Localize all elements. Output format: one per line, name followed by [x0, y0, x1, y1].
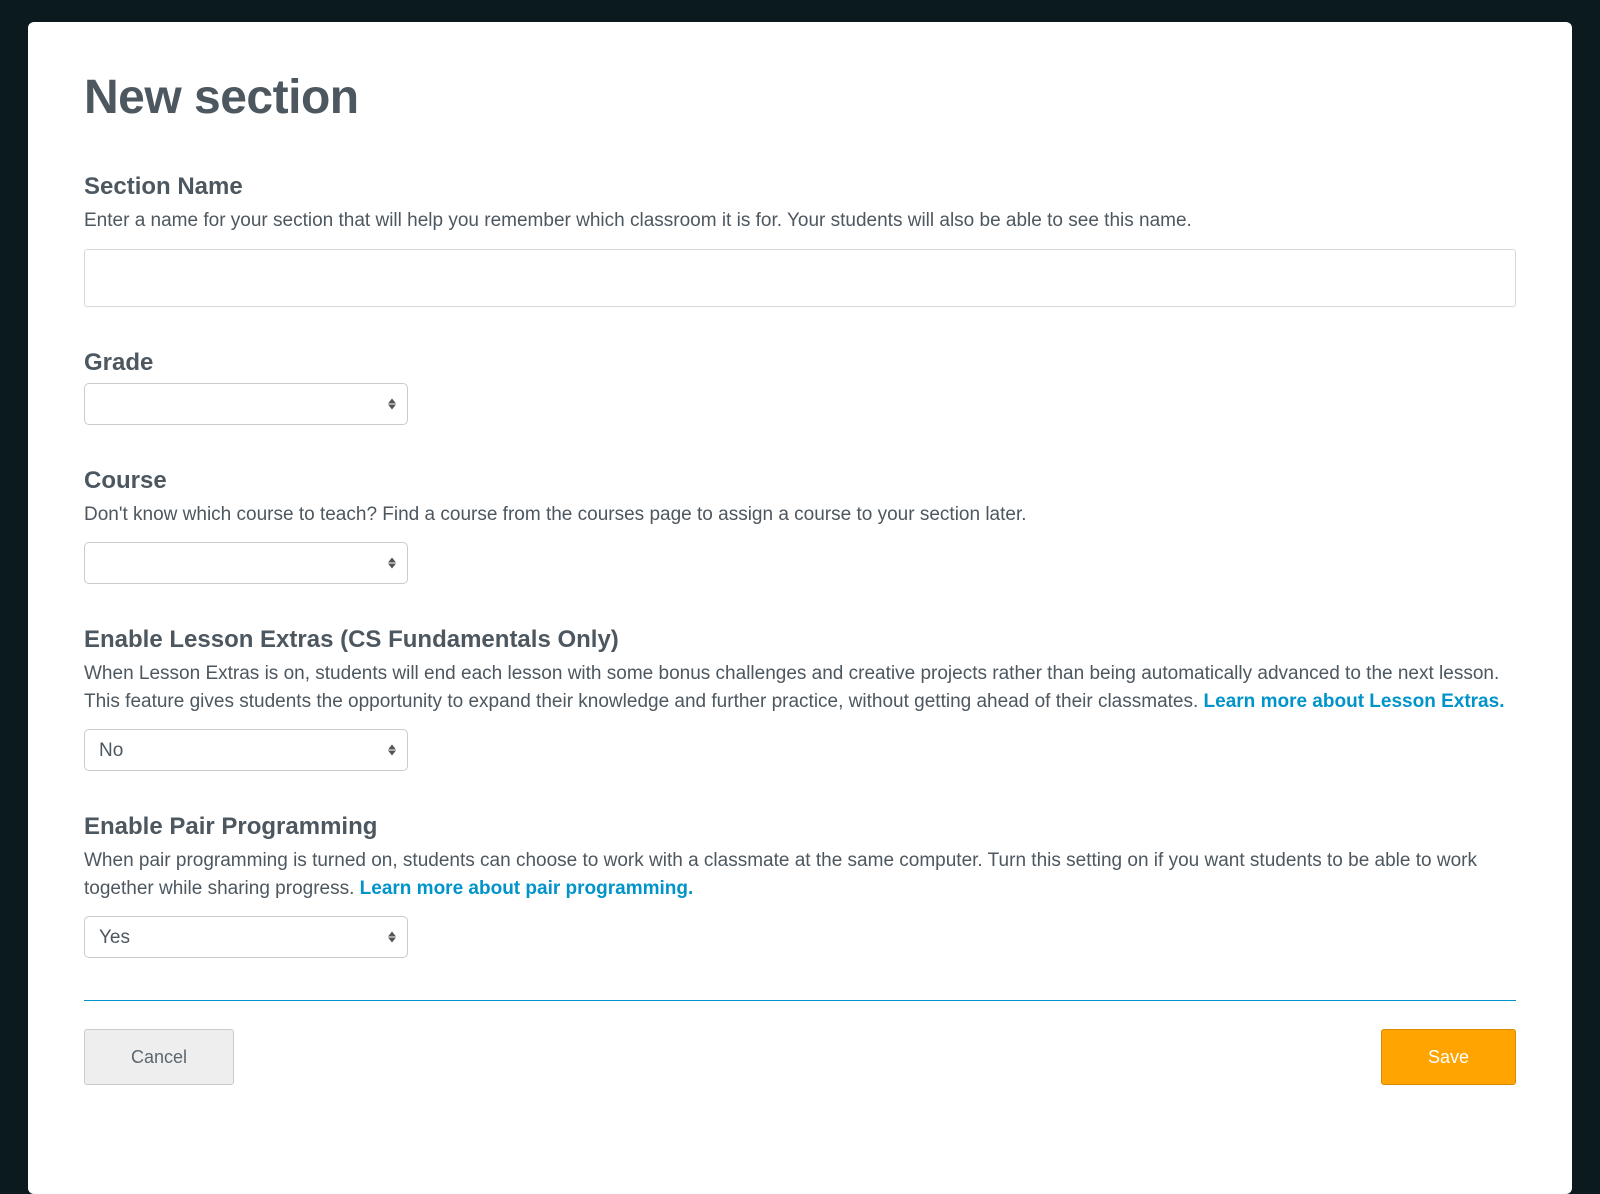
pair-programming-desc-text: When pair programming is turned on, stud… [84, 850, 1477, 899]
lesson-extras-description: When Lesson Extras is on, students will … [84, 660, 1516, 715]
lesson-extras-label: Enable Lesson Extras (CS Fundamentals On… [84, 626, 1516, 654]
pair-programming-select-wrapper: Yes [84, 916, 408, 958]
course-label: Course [84, 467, 1516, 495]
section-name-group: Section Name Enter a name for your secti… [84, 173, 1516, 307]
section-name-input[interactable] [84, 249, 1516, 307]
grade-select[interactable] [84, 383, 408, 425]
button-row: Cancel Save [84, 1029, 1516, 1085]
save-button[interactable]: Save [1381, 1029, 1516, 1085]
pair-programming-group: Enable Pair Programming When pair progra… [84, 813, 1516, 958]
grade-group: Grade [84, 349, 1516, 425]
cancel-button[interactable]: Cancel [84, 1029, 234, 1085]
pair-programming-description: When pair programming is turned on, stud… [84, 847, 1516, 902]
course-group: Course Don't know which course to teach?… [84, 467, 1516, 585]
lesson-extras-group: Enable Lesson Extras (CS Fundamentals On… [84, 626, 1516, 771]
section-name-label: Section Name [84, 173, 1516, 201]
course-select[interactable] [84, 542, 408, 584]
course-select-wrapper [84, 542, 408, 584]
pair-programming-link[interactable]: Learn more about pair programming. [360, 878, 694, 899]
pair-programming-label: Enable Pair Programming [84, 813, 1516, 841]
pair-programming-select[interactable]: Yes [84, 916, 408, 958]
new-section-modal: New section Section Name Enter a name fo… [28, 22, 1572, 1194]
divider [84, 1000, 1516, 1001]
course-description: Don't know which course to teach? Find a… [84, 501, 1516, 529]
lesson-extras-select-wrapper: No [84, 729, 408, 771]
grade-label: Grade [84, 349, 1516, 377]
modal-title: New section [84, 70, 1516, 125]
lesson-extras-link[interactable]: Learn more about Lesson Extras. [1204, 691, 1505, 712]
section-name-description: Enter a name for your section that will … [84, 207, 1516, 235]
lesson-extras-select[interactable]: No [84, 729, 408, 771]
grade-select-wrapper [84, 383, 408, 425]
